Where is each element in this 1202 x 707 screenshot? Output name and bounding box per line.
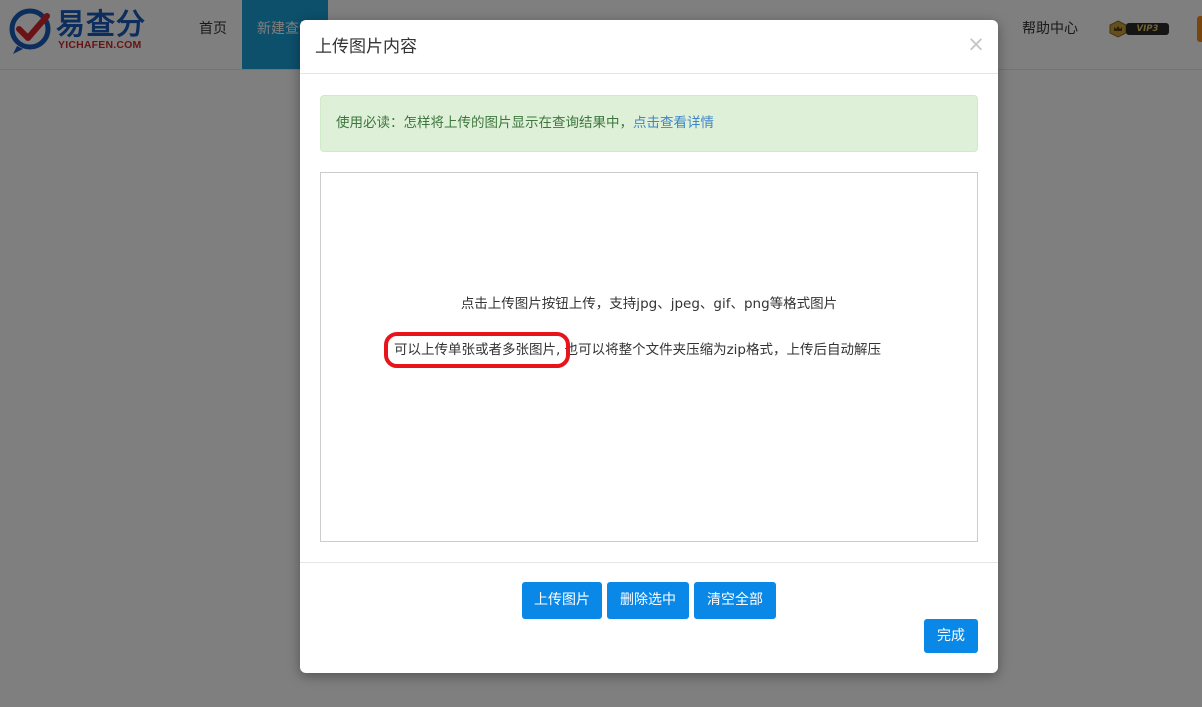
close-icon[interactable]: × xyxy=(966,32,986,56)
notice-text: 使用必读：怎样将上传的图片显示在查询结果中， xyxy=(336,115,633,131)
dialog-header: 上传图片内容 × xyxy=(300,20,998,74)
clear-all-button[interactable]: 清空全部 xyxy=(694,582,776,619)
page: 易查分 YICHAFEN.COM 首页 新建查询 帮助中心 VIP3 上传图片内… xyxy=(0,0,1202,707)
upload-image-button[interactable]: 上传图片 xyxy=(522,582,602,619)
usage-notice: 使用必读：怎样将上传的图片显示在查询结果中，点击查看详情 xyxy=(320,95,978,152)
done-button[interactable]: 完成 xyxy=(924,619,978,653)
dropzone-hint: 可以上传单张或者多张图片, 也可以将整个文件夹压缩为zip格式，上传后自动解压 xyxy=(383,332,881,368)
hint-rest: 也可以将整个文件夹压缩为zip格式，上传后自动解压 xyxy=(560,342,881,358)
notice-details-link[interactable]: 点击查看详情 xyxy=(633,115,714,131)
upload-dropzone[interactable]: 点击上传图片按钮上传，支持jpg、jpeg、gif、png等格式图片 可以上传单… xyxy=(320,172,978,542)
dropzone-instructions: 点击上传图片按钮上传，支持jpg、jpeg、gif、png等格式图片 xyxy=(460,296,838,312)
delete-selected-button[interactable]: 删除选中 xyxy=(607,582,689,619)
dialog-title: 上传图片内容 xyxy=(315,37,417,57)
highlighted-hint: 可以上传单张或者多张图片, xyxy=(383,332,571,368)
upload-image-dialog: 上传图片内容 × 使用必读：怎样将上传的图片显示在查询结果中，点击查看详情 点击… xyxy=(300,20,998,673)
